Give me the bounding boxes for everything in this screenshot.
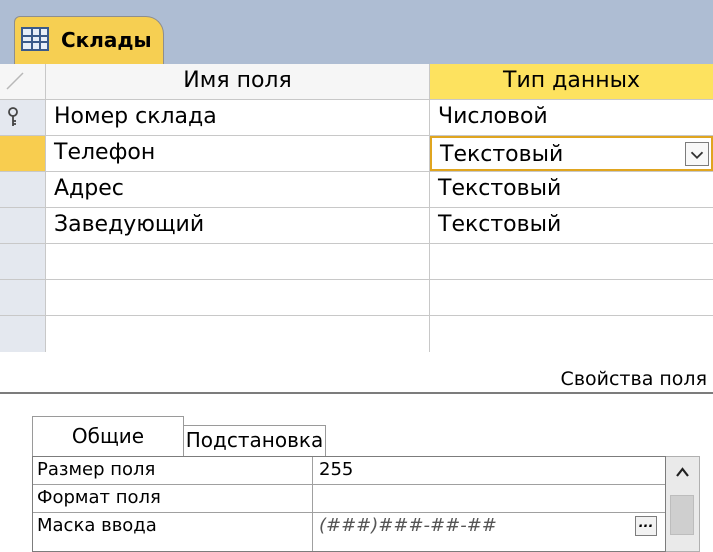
field-row[interactable]: Заведующий Текстовый <box>0 208 713 244</box>
field-size-input[interactable]: 255 <box>313 457 665 484</box>
row-selector[interactable] <box>0 208 46 243</box>
data-type-value: Текстовый <box>440 142 564 167</box>
field-row[interactable]: Адрес Текстовый <box>0 172 713 208</box>
row-selector[interactable] <box>0 244 46 279</box>
row-selector[interactable] <box>0 172 46 207</box>
tab-bar: Склады <box>0 0 713 66</box>
data-type-cell[interactable] <box>430 244 713 279</box>
row-selector[interactable] <box>0 280 46 315</box>
builder-button[interactable]: ... <box>635 516 657 536</box>
property-label: Размер поля <box>33 457 313 484</box>
field-name-cell[interactable] <box>46 244 430 279</box>
field-name-cell[interactable] <box>46 280 430 315</box>
table-design-grid: Имя поля Тип данных Номер склада Числово… <box>0 64 713 366</box>
properties-scrollbar[interactable] <box>666 456 700 552</box>
field-row-empty[interactable] <box>0 244 713 280</box>
tab-lookup[interactable]: Подстановка <box>184 425 326 456</box>
row-selector[interactable] <box>0 100 46 135</box>
chevron-down-icon <box>690 151 704 160</box>
field-name-cell[interactable] <box>46 316 430 352</box>
field-name-cell[interactable]: Адрес <box>46 172 430 207</box>
property-row[interactable]: Маска ввода (###)###-##-## ... <box>33 513 665 551</box>
select-all-corner-icon <box>6 72 24 90</box>
tab-general[interactable]: Общие <box>32 416 184 456</box>
input-mask-value: (###)###-##-## <box>319 515 497 536</box>
property-row[interactable]: Размер поля 255 <box>33 457 665 485</box>
chevron-up-icon <box>676 467 689 477</box>
input-mask-field[interactable]: (###)###-##-## ... <box>313 513 665 551</box>
property-label: Формат поля <box>33 485 313 512</box>
field-properties-header: Свойства поля <box>0 366 713 394</box>
property-label: Маска ввода <box>33 513 313 551</box>
data-type-header: Тип данных <box>430 64 713 99</box>
row-selector-active[interactable] <box>0 136 46 171</box>
row-selector[interactable] <box>0 316 46 352</box>
table-tab-sklady[interactable]: Склады <box>14 16 164 66</box>
table-icon <box>21 27 49 51</box>
field-row-partial <box>0 316 713 366</box>
data-type-cell[interactable]: Текстовый <box>430 208 713 243</box>
primary-key-icon <box>8 107 18 126</box>
data-type-cell[interactable]: Числовой <box>430 100 713 135</box>
data-type-dropdown[interactable]: Текстовый <box>430 136 713 171</box>
tab-title: Склады <box>61 28 152 52</box>
field-name-cell[interactable]: Телефон <box>46 136 430 171</box>
dropdown-button[interactable] <box>685 142 709 166</box>
field-format-input[interactable] <box>313 485 665 512</box>
field-row-active[interactable]: Телефон Текстовый <box>0 136 713 172</box>
field-name-cell[interactable]: Заведующий <box>46 208 430 243</box>
field-name-cell[interactable]: Номер склада <box>46 100 430 135</box>
data-type-cell[interactable] <box>430 280 713 315</box>
scroll-up-button[interactable] <box>666 457 699 487</box>
field-properties-title: Свойства поля <box>560 368 707 390</box>
data-type-cell[interactable] <box>430 316 713 352</box>
data-type-cell[interactable]: Текстовый <box>430 172 713 207</box>
field-properties-table: Размер поля 255 Формат поля Маска ввода … <box>32 456 666 552</box>
corner-selector[interactable] <box>0 64 46 99</box>
property-row[interactable]: Формат поля <box>33 485 665 513</box>
scroll-thumb[interactable] <box>670 495 694 535</box>
field-row-empty[interactable] <box>0 280 713 316</box>
field-row[interactable]: Номер склада Числовой <box>0 100 713 136</box>
grid-header-row: Имя поля Тип данных <box>0 64 713 100</box>
field-name-header: Имя поля <box>46 64 430 99</box>
